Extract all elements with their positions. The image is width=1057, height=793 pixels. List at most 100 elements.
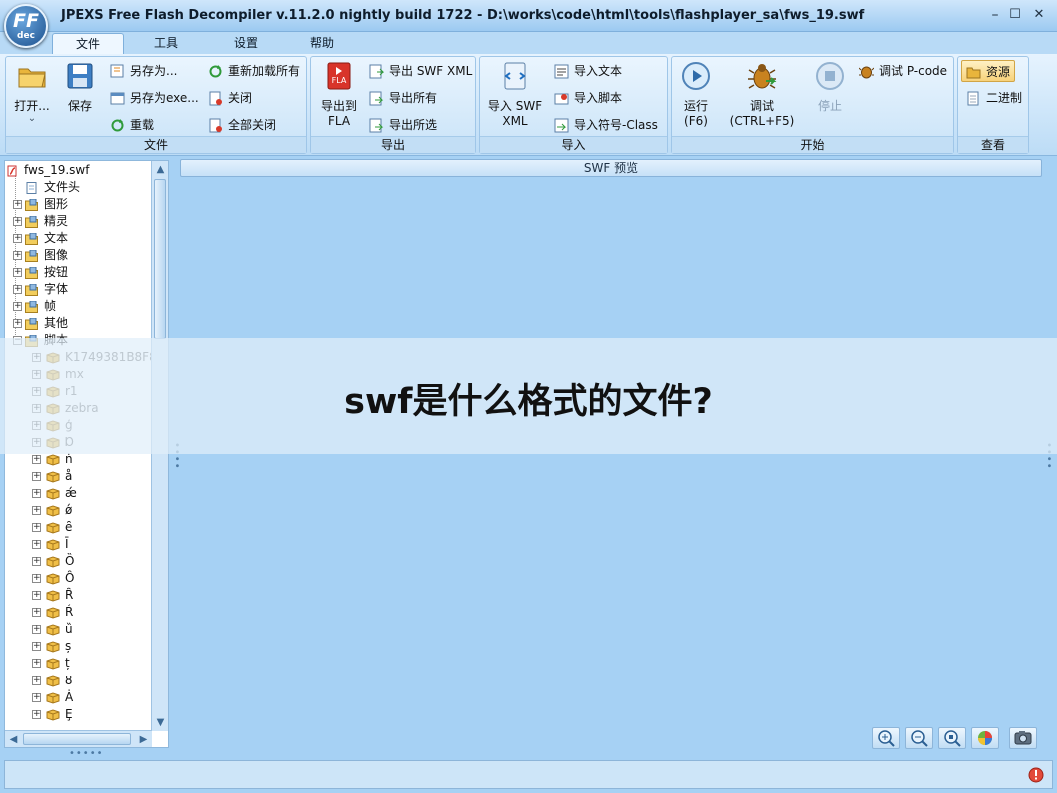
import-swf-xml-button[interactable]: 导入 SWF XML xyxy=(484,61,546,129)
reload-all-button[interactable]: 重新加载所有 xyxy=(208,61,300,81)
resources-view-button[interactable]: 资源 xyxy=(961,60,1015,82)
expand-toggle-icon[interactable]: + xyxy=(32,625,41,634)
scroll-up-arrow-icon[interactable]: ▲ xyxy=(152,161,169,178)
expand-toggle-icon[interactable]: + xyxy=(32,557,41,566)
expand-toggle-icon[interactable]: + xyxy=(13,319,22,328)
binary-view-button[interactable]: 二进制 xyxy=(966,88,1022,108)
tab-settings[interactable]: 设置 xyxy=(218,33,274,54)
tree-item[interactable]: + 精灵 xyxy=(5,213,152,230)
tab-help[interactable]: 帮助 xyxy=(294,33,350,54)
tree-item[interactable]: + ȣ xyxy=(5,672,152,689)
expand-toggle-icon[interactable]: + xyxy=(32,659,41,668)
tree-item[interactable]: + Ī xyxy=(5,536,152,553)
tree-item[interactable]: + ș xyxy=(5,638,152,655)
save-as-button[interactable]: 另存为... xyxy=(110,61,177,81)
tree-vertical-scroll-thumb[interactable] xyxy=(154,179,166,339)
tree-item[interactable]: + 其他 xyxy=(5,315,152,332)
expand-toggle-icon[interactable]: + xyxy=(32,472,41,481)
expand-toggle-icon[interactable]: + xyxy=(32,455,41,464)
zoom-fit-button[interactable] xyxy=(938,727,966,749)
snapshot-button[interactable] xyxy=(1009,727,1037,749)
expand-toggle-icon[interactable]: + xyxy=(32,676,41,685)
debug-button[interactable]: 调试 (CTRL+F5) xyxy=(728,61,796,129)
tree-item[interactable]: fws_19.swf xyxy=(5,162,152,179)
minimize-button[interactable]: – xyxy=(986,6,1004,24)
tree-item[interactable]: + 按钮 xyxy=(5,264,152,281)
expand-toggle-icon[interactable]: + xyxy=(13,200,22,209)
tree-item[interactable]: + Ȏ xyxy=(5,570,152,587)
save-as-exe-button[interactable]: 另存为exe... xyxy=(110,88,199,108)
tree-item[interactable]: + 图形 xyxy=(5,196,152,213)
expand-toggle-icon[interactable]: + xyxy=(32,574,41,583)
scroll-right-arrow-icon[interactable]: ▶ xyxy=(135,731,152,748)
tree-horizontal-scroll-thumb[interactable] xyxy=(23,733,131,745)
expand-toggle-icon[interactable]: + xyxy=(13,251,22,260)
tree-item[interactable]: + 帧 xyxy=(5,298,152,315)
tree-item[interactable]: + å xyxy=(5,468,152,485)
scroll-left-arrow-icon[interactable]: ◀ xyxy=(5,731,22,748)
import-symbol-class-button[interactable]: 导入符号-Class xyxy=(554,115,658,135)
expand-toggle-icon[interactable]: + xyxy=(32,642,41,651)
tab-tools[interactable]: 工具 xyxy=(138,33,194,54)
tree-item-label: ȣ xyxy=(65,673,73,687)
save-button[interactable]: 保存 xyxy=(60,61,100,114)
tree-item[interactable]: + Ȧ xyxy=(5,689,152,706)
close-all-button[interactable]: 全部关闭 xyxy=(208,115,276,135)
export-all-button[interactable]: 导出所有 xyxy=(369,88,437,108)
tree-item[interactable]: + Ȩ xyxy=(5,706,152,723)
tab-file[interactable]: 文件 xyxy=(52,33,124,54)
close-button[interactable]: ✕ xyxy=(1030,6,1048,24)
import-script-icon xyxy=(554,93,569,105)
zoom-in-button[interactable] xyxy=(872,727,900,749)
tree-item[interactable]: + Ȓ xyxy=(5,587,152,604)
expand-toggle-icon[interactable]: + xyxy=(32,693,41,702)
expand-toggle-icon[interactable]: + xyxy=(13,302,22,311)
expand-toggle-icon[interactable]: + xyxy=(13,285,22,294)
tree-item[interactable]: + ȕ xyxy=(5,621,152,638)
close-file-button[interactable]: 关闭 xyxy=(208,88,252,108)
tree-item[interactable]: + ǿ xyxy=(5,502,152,519)
import-text-button[interactable]: 导入文本 xyxy=(554,61,622,81)
expand-toggle-icon[interactable]: + xyxy=(13,217,22,226)
expand-toggle-icon[interactable]: + xyxy=(13,234,22,243)
maximize-button[interactable]: ☐ xyxy=(1006,6,1024,24)
header-icon xyxy=(26,182,37,194)
expand-toggle-icon[interactable]: + xyxy=(32,523,41,532)
debug-pcode-button[interactable]: 调试 P-code xyxy=(859,61,947,81)
export-fla-button[interactable]: FLA 导出到 FLA xyxy=(315,61,363,129)
export-selected-button[interactable]: 导出所选 xyxy=(369,115,437,135)
tree-horizontal-scrollbar[interactable]: ◀ ▶ xyxy=(5,730,152,747)
tree-item[interactable]: 文件头 xyxy=(5,179,152,196)
tree-item[interactable]: + 图像 xyxy=(5,247,152,264)
expand-toggle-icon[interactable]: + xyxy=(32,506,41,515)
buttons-folder-icon xyxy=(25,267,38,279)
run-button[interactable]: 运行 (F6) xyxy=(676,61,716,129)
color-picker-button[interactable] xyxy=(971,727,999,749)
tree-item[interactable]: + Ȍ xyxy=(5,553,152,570)
reload-button[interactable]: 重载 xyxy=(110,115,154,135)
zoom-out-button[interactable] xyxy=(905,727,933,749)
expand-toggle-icon[interactable]: + xyxy=(13,268,22,277)
error-notification-icon[interactable] xyxy=(1028,767,1044,783)
tree-item-label: Ŕ xyxy=(65,605,74,619)
stop-button[interactable]: 停止 xyxy=(810,61,850,114)
expand-toggle-icon[interactable]: + xyxy=(32,489,41,498)
tree-item[interactable]: + 文本 xyxy=(5,230,152,247)
tree-item[interactable]: + 字体 xyxy=(5,281,152,298)
tree-item[interactable]: + ǽ xyxy=(5,485,152,502)
expand-toggle-icon[interactable]: + xyxy=(32,710,41,719)
tree-item[interactable]: + ȇ xyxy=(5,519,152,536)
export-swf-xml-button[interactable]: 导出 SWF XML xyxy=(369,61,472,81)
package-icon xyxy=(46,675,60,687)
expand-toggle-icon[interactable]: + xyxy=(32,591,41,600)
scroll-down-arrow-icon[interactable]: ▼ xyxy=(152,714,169,731)
expand-toggle-icon[interactable]: + xyxy=(32,540,41,549)
status-bar xyxy=(4,760,1053,789)
tree-item[interactable]: + ț xyxy=(5,655,152,672)
expand-toggle-icon[interactable]: + xyxy=(32,608,41,617)
tree-item-label: 帧 xyxy=(44,299,57,313)
pane-resize-handle[interactable]: ••••• xyxy=(69,748,104,759)
tree-item[interactable]: + Ŕ xyxy=(5,604,152,621)
import-script-button[interactable]: 导入脚本 xyxy=(554,88,622,108)
open-button[interactable]: 打开... ⌄ xyxy=(12,61,52,124)
